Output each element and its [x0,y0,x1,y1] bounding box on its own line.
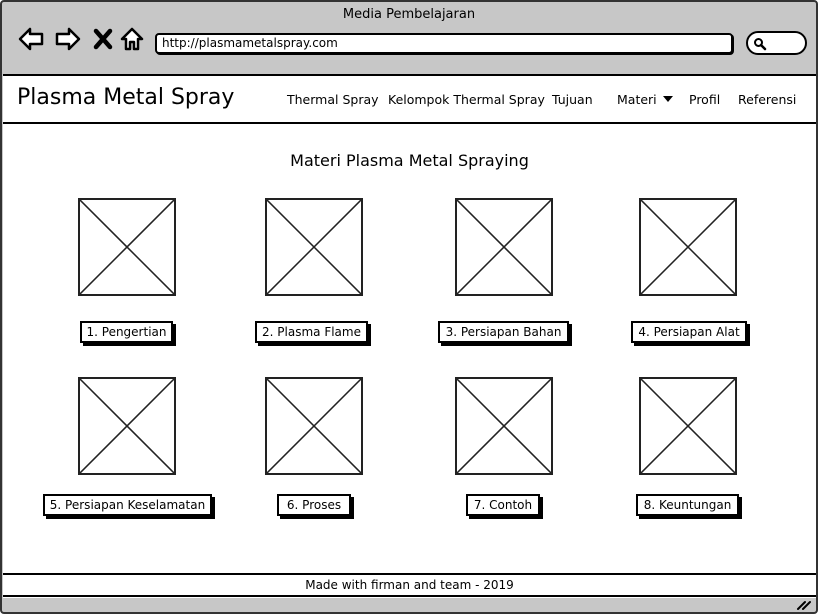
resize-grip-icon[interactable] [796,598,812,610]
image-placeholder-icon [265,377,363,475]
nav-materi-label: Materi [617,92,657,107]
image-placeholder-icon [78,377,176,475]
image-placeholder-icon [639,198,737,296]
page-title: Materi Plasma Metal Spraying [290,151,529,170]
materi-button-persiapan-keselamatan[interactable]: 5. Persiapan Keselamatan [43,494,212,516]
materi-button-proses[interactable]: 6. Proses [277,494,351,516]
page-content: Plasma Metal Spray Thermal Spray Kelompo… [3,74,816,598]
home-icon[interactable] [117,24,147,54]
close-icon[interactable] [88,24,118,54]
page-footer: Made with firman and team - 2019 [3,573,816,597]
materi-button-pengertian[interactable]: 1. Pengertian [80,321,173,343]
nav-thermal-spray[interactable]: Thermal Spray [287,92,379,107]
materi-button-persiapan-alat[interactable]: 4. Persiapan Alat [631,321,747,343]
nav-referensi[interactable]: Referensi [738,92,796,107]
materi-button-contoh[interactable]: 7. Contoh [466,494,540,516]
forward-arrow-icon[interactable] [53,24,83,54]
image-placeholder-icon [265,198,363,296]
browser-window: Media Pembelajaran http://plasmametalspr… [0,0,818,614]
brand-logo[interactable]: Plasma Metal Spray [17,85,234,110]
nav-materi-dropdown[interactable]: Materi [617,92,673,107]
nav-profil[interactable]: Profil [689,92,720,107]
image-placeholder-icon [455,198,553,296]
nav-tujuan[interactable]: Tujuan [552,92,593,107]
materi-button-plasma-flame[interactable]: 2. Plasma Flame [255,321,368,343]
nav-kelompok-thermal-spray[interactable]: Kelompok Thermal Spray [388,92,545,107]
materi-button-persiapan-bahan[interactable]: 3. Persiapan Bahan [438,321,569,343]
url-field[interactable]: http://plasmametalspray.com [155,33,733,54]
image-placeholder-icon [78,198,176,296]
image-placeholder-icon [639,377,737,475]
back-arrow-icon[interactable] [16,24,46,54]
window-title: Media Pembelajaran [342,7,476,22]
chevron-down-icon [662,96,673,102]
search-field[interactable] [746,31,807,55]
materi-button-keuntungan[interactable]: 8. Keuntungan [636,494,739,516]
image-placeholder-icon [455,377,553,475]
search-icon [754,38,767,51]
site-header: Plasma Metal Spray Thermal Spray Kelompo… [3,76,816,124]
